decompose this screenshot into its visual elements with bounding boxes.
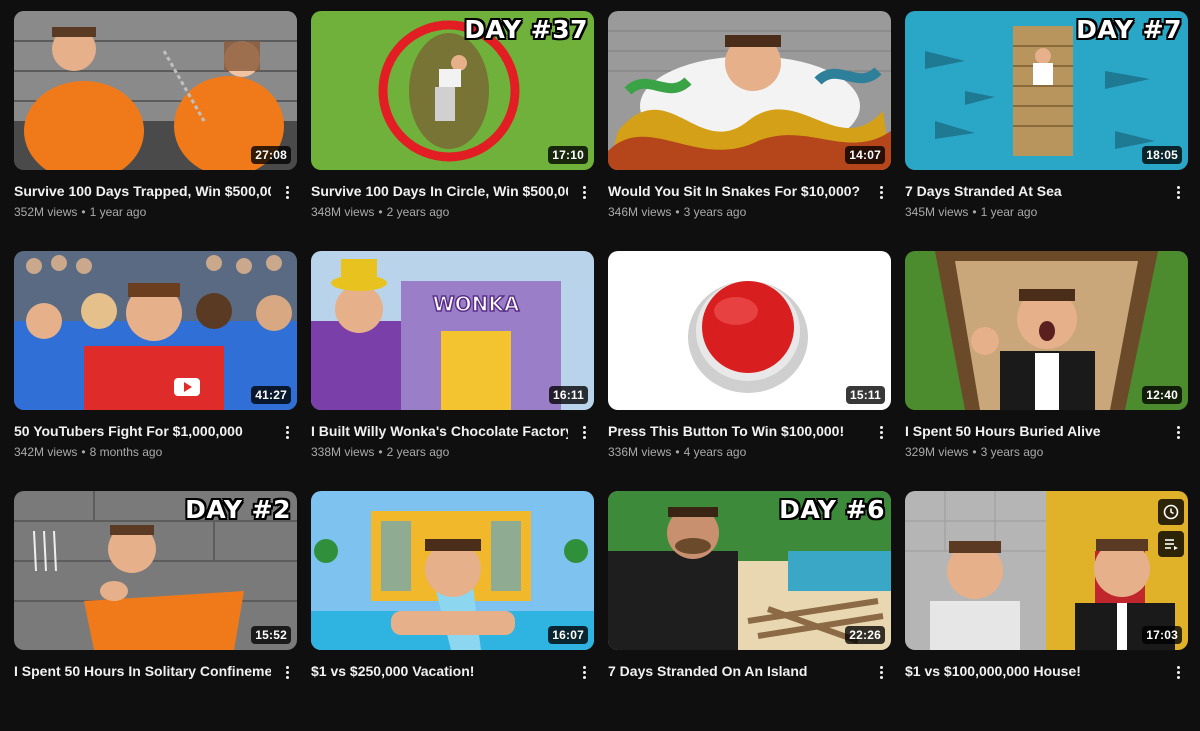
video-duration: 12:40 [1142, 386, 1182, 404]
view-count: 342M views [14, 445, 78, 459]
video-title[interactable]: Survive 100 Days Trapped, Win $500,000 [14, 182, 271, 200]
upload-age: 1 year ago [980, 205, 1038, 219]
day-badge: DAY #37 [464, 15, 588, 44]
more-vert-icon[interactable] [279, 422, 295, 442]
video-duration: 18:05 [1142, 146, 1182, 164]
video-card[interactable]: DAY #37 17:10 Survive 100 Days In Circle… [311, 11, 594, 251]
video-title[interactable]: Survive 100 Days In Circle, Win $500,000 [311, 182, 568, 200]
video-card[interactable]: 12:40 I Spent 50 Hours Buried Alive 329M… [905, 251, 1188, 491]
more-vert-icon[interactable] [1170, 182, 1186, 202]
upload-age: 3 years ago [683, 205, 747, 219]
more-vert-icon[interactable] [873, 182, 889, 202]
view-count: 348M views [311, 205, 375, 219]
video-stats: 346M views • 3 years ago [608, 205, 747, 219]
video-duration: 41:27 [251, 386, 291, 404]
video-duration: 16:11 [548, 386, 588, 404]
video-card[interactable]: 15:11 Press This Button To Win $100,000!… [608, 251, 891, 491]
hover-actions [1158, 499, 1184, 557]
upload-age: 8 months ago [89, 445, 163, 459]
queue-icon[interactable] [1158, 531, 1184, 557]
video-duration: 27:08 [251, 146, 291, 164]
more-vert-icon[interactable] [576, 182, 592, 202]
video-card[interactable]: 41:27 50 YouTubers Fight For $1,000,000 … [14, 251, 297, 491]
video-grid: 27:08 Survive 100 Days Trapped, Win $500… [14, 11, 1188, 731]
more-vert-icon[interactable] [279, 662, 295, 682]
video-card[interactable]: 14:07 Would You Sit In Snakes For $10,00… [608, 11, 891, 251]
more-vert-icon[interactable] [576, 662, 592, 682]
view-count: 345M views [905, 205, 969, 219]
video-title[interactable]: I Spent 50 Hours Buried Alive [905, 422, 1162, 440]
video-title[interactable]: $1 vs $250,000 Vacation! [311, 662, 568, 680]
video-stats: 352M views • 1 year ago [14, 205, 147, 219]
upload-age: 3 years ago [980, 445, 1044, 459]
video-stats: 342M views • 8 months ago [14, 445, 163, 459]
view-count: 338M views [311, 445, 375, 459]
video-stats: 338M views • 2 years ago [311, 445, 450, 459]
video-duration: 15:52 [251, 626, 291, 644]
view-count: 329M views [905, 445, 969, 459]
wonka-sign: WONKA [433, 292, 520, 316]
video-stats: 336M views • 4 years ago [608, 445, 747, 459]
more-vert-icon[interactable] [1170, 422, 1186, 442]
video-stats: 345M views • 1 year ago [905, 205, 1038, 219]
video-title[interactable]: 7 Days Stranded On An Island [608, 662, 865, 680]
more-vert-icon[interactable] [873, 422, 889, 442]
video-thumbnail[interactable]: 15:11 [608, 251, 891, 410]
video-thumbnail[interactable]: 12:40 [905, 251, 1188, 410]
video-card[interactable]: DAY #7 18:05 7 Days Stranded At Sea 345M… [905, 11, 1188, 251]
video-thumbnail[interactable]: 41:27 [14, 251, 297, 410]
video-thumbnail[interactable]: 14:07 [608, 11, 891, 170]
video-thumbnail[interactable]: DAY #6 22:26 [608, 491, 891, 650]
video-duration: 22:26 [845, 626, 885, 644]
video-thumbnail[interactable]: 16:07 [311, 491, 594, 650]
day-badge: DAY #7 [1076, 15, 1182, 44]
video-duration: 17:03 [1142, 626, 1182, 644]
video-duration: 16:07 [548, 626, 588, 644]
video-duration: 17:10 [548, 146, 588, 164]
day-badge: DAY #6 [779, 495, 885, 524]
more-vert-icon[interactable] [1170, 662, 1186, 682]
video-title[interactable]: $1 vs $100,000,000 House! [905, 662, 1162, 680]
video-thumbnail[interactable]: 27:08 [14, 11, 297, 170]
view-count: 346M views [608, 205, 672, 219]
view-count: 352M views [14, 205, 78, 219]
video-title[interactable]: I Spent 50 Hours In Solitary Confinement [14, 662, 271, 680]
clock-icon[interactable] [1158, 499, 1184, 525]
video-card[interactable]: DAY #6 22:26 7 Days Stranded On An Islan… [608, 491, 891, 731]
video-card[interactable]: 27:08 Survive 100 Days Trapped, Win $500… [14, 11, 297, 251]
video-thumbnail[interactable]: WONKA 16:11 [311, 251, 594, 410]
video-card[interactable]: DAY #2 15:52 I Spent 50 Hours In Solitar… [14, 491, 297, 731]
video-duration: 14:07 [845, 146, 885, 164]
day-badge: DAY #2 [185, 495, 291, 524]
video-thumbnail[interactable]: 17:03 [905, 491, 1188, 650]
video-thumbnail[interactable]: DAY #2 15:52 [14, 491, 297, 650]
video-card[interactable]: 17:03 $1 vs $100,000,000 House! [905, 491, 1188, 731]
video-title[interactable]: Would You Sit In Snakes For $10,000? [608, 182, 865, 200]
video-thumbnail[interactable]: DAY #37 17:10 [311, 11, 594, 170]
video-title[interactable]: I Built Willy Wonka's Chocolate Factory! [311, 422, 568, 440]
video-title[interactable]: 50 YouTubers Fight For $1,000,000 [14, 422, 271, 440]
video-duration: 15:11 [845, 386, 885, 404]
video-title[interactable]: 7 Days Stranded At Sea [905, 182, 1162, 200]
video-title[interactable]: Press This Button To Win $100,000! [608, 422, 865, 440]
video-card[interactable]: 16:07 $1 vs $250,000 Vacation! [311, 491, 594, 731]
video-stats: 329M views • 3 years ago [905, 445, 1044, 459]
video-thumbnail[interactable]: DAY #7 18:05 [905, 11, 1188, 170]
upload-age: 1 year ago [89, 205, 147, 219]
video-stats: 348M views • 2 years ago [311, 205, 450, 219]
upload-age: 2 years ago [386, 445, 450, 459]
view-count: 336M views [608, 445, 672, 459]
more-vert-icon[interactable] [576, 422, 592, 442]
upload-age: 2 years ago [386, 205, 450, 219]
more-vert-icon[interactable] [873, 662, 889, 682]
video-card[interactable]: WONKA 16:11 I Built Willy Wonka's Chocol… [311, 251, 594, 491]
more-vert-icon[interactable] [279, 182, 295, 202]
upload-age: 4 years ago [683, 445, 747, 459]
